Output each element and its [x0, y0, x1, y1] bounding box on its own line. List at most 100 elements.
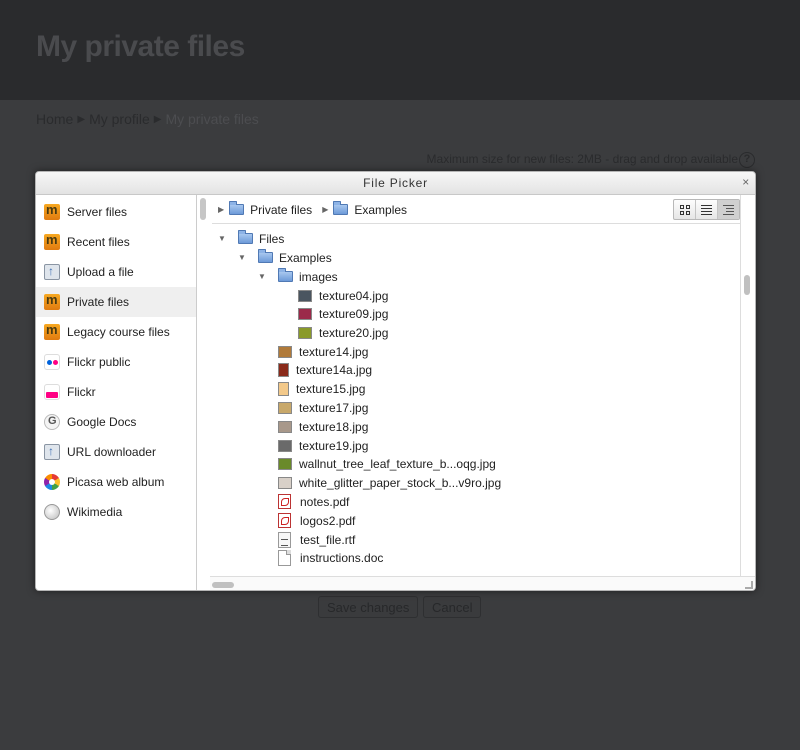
cancel-button[interactable]: Cancel	[423, 596, 482, 618]
list-view-button[interactable]	[696, 200, 718, 219]
upload-icon	[44, 264, 60, 280]
path-examples[interactable]: Examples	[333, 201, 407, 217]
tree-file[interactable]: texture14a.jpg	[278, 361, 372, 380]
url-downloader-icon	[44, 444, 60, 460]
wikimedia-icon	[44, 504, 60, 520]
moodle-icon	[44, 292, 60, 310]
picasa-icon	[44, 474, 60, 490]
repo-label: Upload a file	[67, 265, 134, 279]
image-thumbnail-icon	[278, 345, 292, 358]
document-file-icon	[278, 550, 291, 567]
file-picker-dialog: File Picker × Server files Recent files …	[35, 171, 756, 591]
breadcrumb-home[interactable]: Home	[36, 111, 73, 127]
max-size-note: Maximum size for new files: 2MB - drag a…	[426, 152, 738, 166]
repo-label: Flickr public	[67, 355, 131, 369]
breadcrumb-current: My private files	[165, 111, 259, 127]
folder-icon	[278, 268, 293, 282]
tree-file[interactable]: texture17.jpg	[278, 398, 368, 417]
tree-view-button[interactable]	[718, 200, 739, 219]
tree-file[interactable]: texture14.jpg	[278, 342, 368, 361]
tree-file[interactable]: texture20.jpg	[298, 323, 388, 342]
file-tree: ▼ Files ▼ Examples ▼ images texture04.jp…	[212, 225, 739, 576]
horizontal-scrollbar[interactable]	[212, 582, 234, 588]
dialog-titlebar: File Picker ×	[36, 172, 755, 195]
tree-file-label: texture14a.jpg	[296, 363, 373, 378]
dialog-title: File Picker	[363, 176, 428, 190]
image-thumbnail-icon	[298, 308, 312, 320]
breadcrumb-separator-icon: ▶	[77, 113, 86, 125]
tree-file[interactable]: texture15.jpg	[278, 380, 365, 399]
tree-file-label: texture04.jpg	[319, 288, 389, 303]
image-thumbnail-icon	[278, 439, 292, 452]
image-thumbnail-icon	[278, 458, 292, 471]
repo-label: Server files	[67, 205, 128, 219]
repo-flickr-public[interactable]: Flickr public	[36, 347, 196, 377]
tree-folder-examples[interactable]: ▼ Examples	[238, 248, 332, 267]
image-thumbnail-icon	[278, 401, 292, 414]
repo-url-downloader[interactable]: URL downloader	[36, 437, 196, 467]
repo-server-files[interactable]: Server files	[36, 197, 196, 227]
list-icon	[701, 204, 712, 215]
repo-google-docs[interactable]: Google Docs	[36, 407, 196, 437]
tree-file[interactable]: texture18.jpg	[278, 417, 368, 436]
sidebar-scrollbar[interactable]	[200, 198, 206, 220]
tree-file[interactable]: test_file.rtf	[278, 530, 355, 549]
repo-flickr[interactable]: Flickr	[36, 377, 196, 407]
repo-label: Legacy course files	[67, 325, 170, 339]
tree-icon	[723, 204, 734, 215]
repo-legacy-course-files[interactable]: Legacy course files	[36, 317, 196, 347]
file-browser: ▶ Private files ▶ Examples ▼ Files ▼ Exa…	[210, 195, 755, 590]
tree-file-label: wallnut_tree_leaf_texture_b...oqg.jpg	[299, 457, 496, 472]
repo-label: Private files	[67, 295, 130, 309]
tree-label: images	[299, 269, 338, 284]
grid-icon	[679, 204, 690, 215]
tree-file[interactable]: wallnut_tree_leaf_texture_b...oqg.jpg	[278, 455, 496, 474]
help-icon[interactable]: ?	[739, 152, 755, 168]
tree-folder-images[interactable]: ▼ images	[258, 267, 338, 286]
save-changes-button[interactable]: Save changes	[318, 596, 419, 618]
repo-label: Flickr	[67, 385, 96, 399]
path-private-files[interactable]: Private files	[229, 201, 312, 217]
tree-file[interactable]: texture19.jpg	[278, 436, 368, 455]
flickr-public-icon	[44, 354, 60, 370]
repo-wikimedia[interactable]: Wikimedia	[36, 497, 196, 527]
pdf-file-icon	[278, 494, 291, 510]
page-title: My private files	[36, 30, 245, 63]
repo-recent-files[interactable]: Recent files	[36, 227, 196, 257]
tree-file[interactable]: texture09.jpg	[298, 305, 388, 324]
close-icon[interactable]: ×	[742, 174, 750, 190]
breadcrumb: Home ▶ My profile ▶ My private files	[36, 111, 259, 127]
tree-folder-files[interactable]: ▼ Files	[218, 229, 284, 248]
tree-file[interactable]: logos2.pdf	[278, 511, 355, 530]
expand-toggle-icon[interactable]: ▼	[258, 272, 270, 281]
repo-label: Google Docs	[67, 415, 137, 429]
repo-upload-a-file[interactable]: Upload a file	[36, 257, 196, 287]
tree-file-label: texture15.jpg	[296, 382, 366, 397]
tree-file-label: texture20.jpg	[319, 325, 389, 340]
google-icon	[44, 414, 60, 430]
vertical-scrollbar[interactable]	[744, 275, 750, 295]
horizontal-scroll-track	[210, 576, 755, 590]
tree-file[interactable]: instructions.doc	[278, 549, 383, 568]
vertical-scroll-track	[740, 195, 755, 576]
resize-grip-icon[interactable]	[745, 581, 753, 589]
repo-picasa-web-album[interactable]: Picasa web album	[36, 467, 196, 497]
icons-view-button[interactable]	[674, 200, 696, 219]
expand-toggle-icon[interactable]: ▼	[218, 234, 230, 243]
breadcrumb-profile[interactable]: My profile	[89, 111, 150, 127]
tree-file-label: texture09.jpg	[319, 307, 389, 321]
tree-file-label: texture18.jpg	[299, 419, 369, 434]
tree-file[interactable]: texture04.jpg	[298, 286, 388, 305]
moodle-icon	[44, 322, 60, 340]
tree-file[interactable]: notes.pdf	[278, 492, 349, 511]
text-file-icon	[278, 531, 291, 548]
tree-label: Files	[259, 231, 285, 246]
tree-file[interactable]: white_glitter_paper_stock_b...v9ro.jpg	[278, 474, 501, 493]
repo-label: Picasa web album	[67, 475, 165, 489]
repo-label: URL downloader	[67, 445, 156, 459]
page-header: My private files	[0, 0, 800, 100]
moodle-icon	[44, 232, 60, 250]
repo-private-files[interactable]: Private files	[36, 287, 196, 317]
expand-toggle-icon[interactable]: ▼	[238, 253, 250, 262]
repo-label: Wikimedia	[67, 505, 123, 519]
